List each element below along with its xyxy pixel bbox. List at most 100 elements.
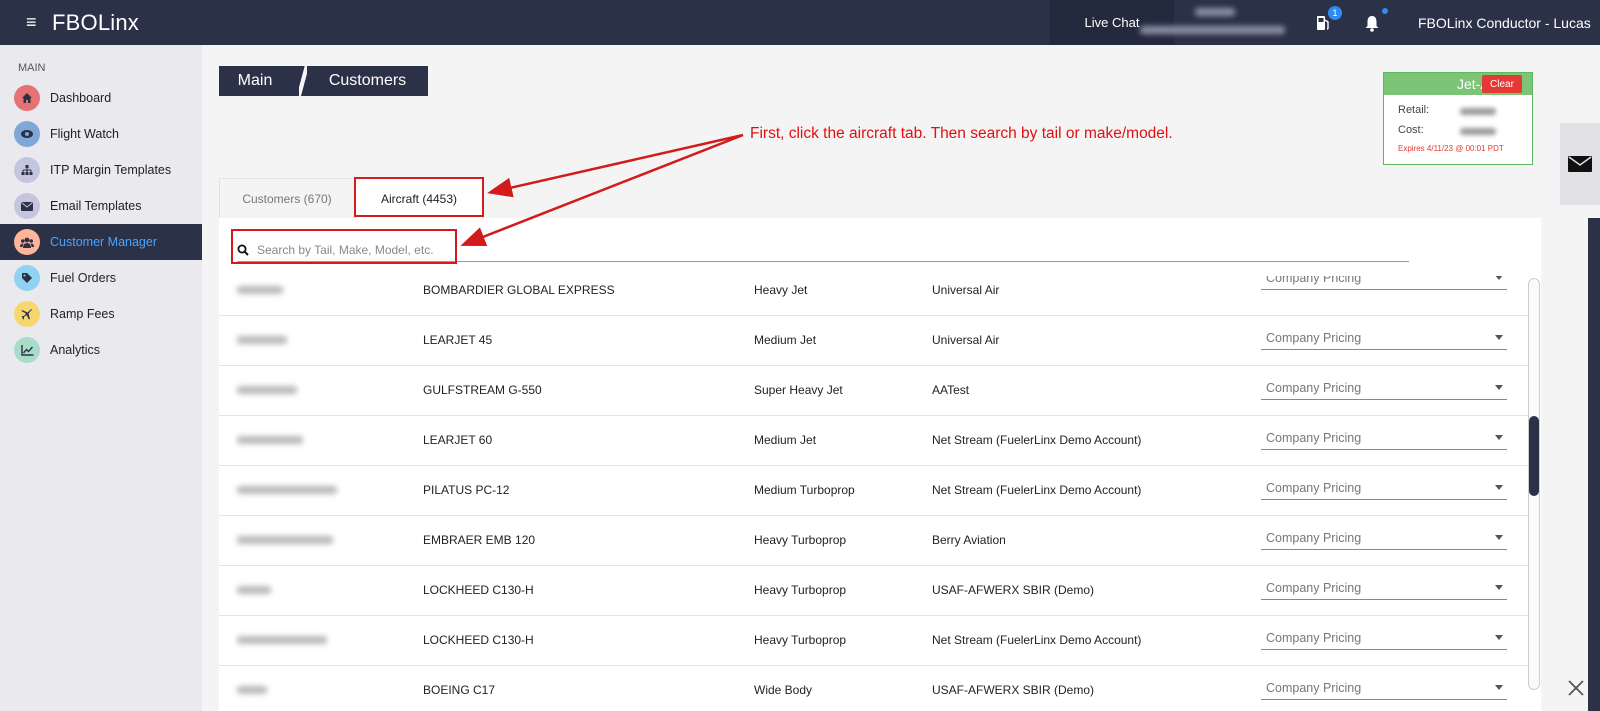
aircraft-model: EMBRAER EMB 120	[423, 533, 536, 547]
pricing-select[interactable]: Company Pricing	[1261, 374, 1507, 400]
aircraft-size: Heavy Turboprop	[754, 583, 847, 597]
jet-a-price-card: Jet-A Clear Retail: Cost: Expires 4/11/2…	[1383, 72, 1533, 165]
aircraft-model: BOMBARDIER GLOBAL EXPRESS	[423, 283, 615, 297]
aircraft-company: Net Stream (FuelerLinx Demo Account)	[932, 483, 1142, 497]
pricing-value: Company Pricing	[1266, 581, 1362, 595]
chevron-down-icon	[1495, 585, 1503, 590]
sidebar-item-email-templates[interactable]: Email Templates	[0, 188, 202, 224]
chart-icon	[14, 337, 40, 363]
fuel-orders-badge: 1	[1328, 6, 1342, 20]
pricing-select[interactable]: Company Pricing	[1261, 624, 1507, 650]
sidebar-item-dashboard[interactable]: Dashboard	[0, 80, 202, 116]
aircraft-company: USAF-AFWERX SBIR (Demo)	[932, 683, 1095, 697]
sidebar-item-ramp-fees[interactable]: Ramp Fees	[0, 296, 202, 332]
table-row[interactable]: BOMBARDIER GLOBAL EXPRESS Heavy Jet Univ…	[219, 276, 1529, 316]
breadcrumb-current: Customers	[307, 66, 428, 96]
redacted-tail-number	[237, 436, 303, 444]
close-icon[interactable]	[1566, 678, 1586, 698]
aircraft-company: Net Stream (FuelerLinx Demo Account)	[932, 433, 1142, 447]
sidebar-item-itp-margin-templates[interactable]: ITP Margin Templates	[0, 152, 202, 188]
aircraft-company: Net Stream (FuelerLinx Demo Account)	[932, 633, 1142, 647]
redacted-tail-number	[237, 536, 333, 544]
pricing-select[interactable]: Company Pricing	[1261, 424, 1507, 450]
table-scrollbar-thumb[interactable]	[1529, 416, 1539, 496]
chevron-down-icon	[1495, 435, 1503, 440]
sidebar-section-label: MAIN	[18, 62, 46, 74]
pricing-value: Company Pricing	[1266, 481, 1362, 495]
table-row[interactable]: GULFSTREAM G-550 Super Heavy Jet AATest …	[219, 366, 1529, 416]
tab-customers[interactable]: Customers (670)	[219, 178, 355, 218]
sidebar-item-label: Email Templates	[50, 199, 142, 213]
aircraft-model: LOCKHEED C130-H	[423, 583, 534, 597]
redacted-account-info	[1140, 6, 1290, 38]
pricing-select[interactable]: Company Pricing	[1261, 674, 1507, 700]
sidebar-item-fuel-orders[interactable]: Fuel Orders	[0, 260, 202, 296]
retail-label: Retail:	[1398, 104, 1430, 116]
redacted-tail-number	[237, 286, 283, 294]
sidebar-item-label: Flight Watch	[50, 127, 120, 141]
pricing-select[interactable]: Company Pricing	[1261, 276, 1507, 290]
chevron-down-icon	[1495, 535, 1503, 540]
sidebar-item-label: Ramp Fees	[50, 307, 115, 321]
table-row[interactable]: LOCKHEED C130-H Heavy Turboprop Net Stre…	[219, 616, 1529, 666]
pricing-select[interactable]: Company Pricing	[1261, 324, 1507, 350]
breadcrumb-separator	[299, 66, 307, 96]
aircraft-model: LOCKHEED C130-H	[423, 633, 534, 647]
fuel-pump-icon[interactable]	[1316, 14, 1330, 32]
aircraft-model: GULFSTREAM G-550	[423, 383, 542, 397]
aircraft-list-content: Search by Tail, Make, Model, etc. BOMBAR…	[219, 218, 1541, 711]
breadcrumb: Main Customers	[219, 66, 428, 96]
aircraft-company: Universal Air	[932, 283, 1000, 297]
redacted-retail-price	[1460, 108, 1496, 115]
aircraft-company: USAF-AFWERX SBIR (Demo)	[932, 583, 1095, 597]
redacted-tail-number	[237, 386, 297, 394]
hamburger-menu-icon[interactable]: ≡	[26, 12, 37, 33]
table-row[interactable]: LEARJET 60 Medium Jet Net Stream (Fueler…	[219, 416, 1529, 466]
table-row[interactable]: LOCKHEED C130-H Heavy Turboprop USAF-AFW…	[219, 566, 1529, 616]
right-edge-bar	[1588, 218, 1600, 711]
sidebar-item-customer-manager[interactable]: Customer Manager	[0, 224, 202, 260]
sidebar-item-label: Customer Manager	[50, 235, 157, 249]
pricing-value: Company Pricing	[1266, 631, 1362, 645]
aircraft-size: Medium Jet	[754, 333, 817, 347]
brand-logo[interactable]: FBOLinx	[52, 10, 139, 36]
aircraft-size: Medium Turboprop	[754, 483, 855, 497]
pricing-select[interactable]: Company Pricing	[1261, 524, 1507, 550]
pricing-value: Company Pricing	[1266, 531, 1362, 545]
sitemap-icon	[14, 157, 40, 183]
table-row[interactable]: BOEING C17 Wide Body USAF-AFWERX SBIR (D…	[219, 666, 1529, 711]
user-menu[interactable]: FBOLinx Conductor - Lucas	[1418, 15, 1591, 31]
breadcrumb-main[interactable]: Main	[219, 66, 299, 96]
sidebar-item-label: Fuel Orders	[50, 271, 116, 285]
pricing-value: Company Pricing	[1266, 381, 1362, 395]
chevron-down-icon	[1495, 635, 1503, 640]
aircraft-model: LEARJET 60	[423, 433, 493, 447]
table-row[interactable]: EMBRAER EMB 120 Heavy Turboprop Berry Av…	[219, 516, 1529, 566]
redacted-tail-number	[237, 636, 327, 644]
notification-dot	[1382, 8, 1388, 14]
pricing-select[interactable]: Company Pricing	[1261, 574, 1507, 600]
table-row[interactable]: PILATUS PC-12 Medium Turboprop Net Strea…	[219, 466, 1529, 516]
aircraft-table: BOMBARDIER GLOBAL EXPRESS Heavy Jet Univ…	[219, 276, 1529, 711]
envelope-icon	[14, 193, 40, 219]
chevron-down-icon	[1495, 485, 1503, 490]
aircraft-company: AATest	[932, 383, 970, 397]
sidebar-item-analytics[interactable]: Analytics	[0, 332, 202, 368]
aircraft-model: LEARJET 45	[423, 333, 493, 347]
redacted-tail-number	[237, 336, 287, 344]
pricing-select[interactable]: Company Pricing	[1261, 474, 1507, 500]
contact-tab[interactable]	[1560, 123, 1600, 205]
chevron-down-icon	[1495, 335, 1503, 340]
table-row[interactable]: LEARJET 45 Medium Jet Universal Air Comp…	[219, 316, 1529, 366]
sidebar-item-label: Analytics	[50, 343, 101, 357]
sidebar-item-flight-watch[interactable]: Flight Watch	[0, 116, 202, 152]
bell-icon[interactable]	[1364, 14, 1380, 32]
tag-icon	[14, 265, 40, 291]
pricing-value: Company Pricing	[1266, 331, 1362, 345]
plane-icon	[14, 301, 40, 327]
aircraft-size: Heavy Turboprop	[754, 633, 847, 647]
envelope-icon	[1568, 156, 1592, 172]
clear-button[interactable]: Clear	[1482, 75, 1522, 93]
aircraft-company: Berry Aviation	[932, 533, 1006, 547]
aircraft-size: Heavy Turboprop	[754, 533, 847, 547]
